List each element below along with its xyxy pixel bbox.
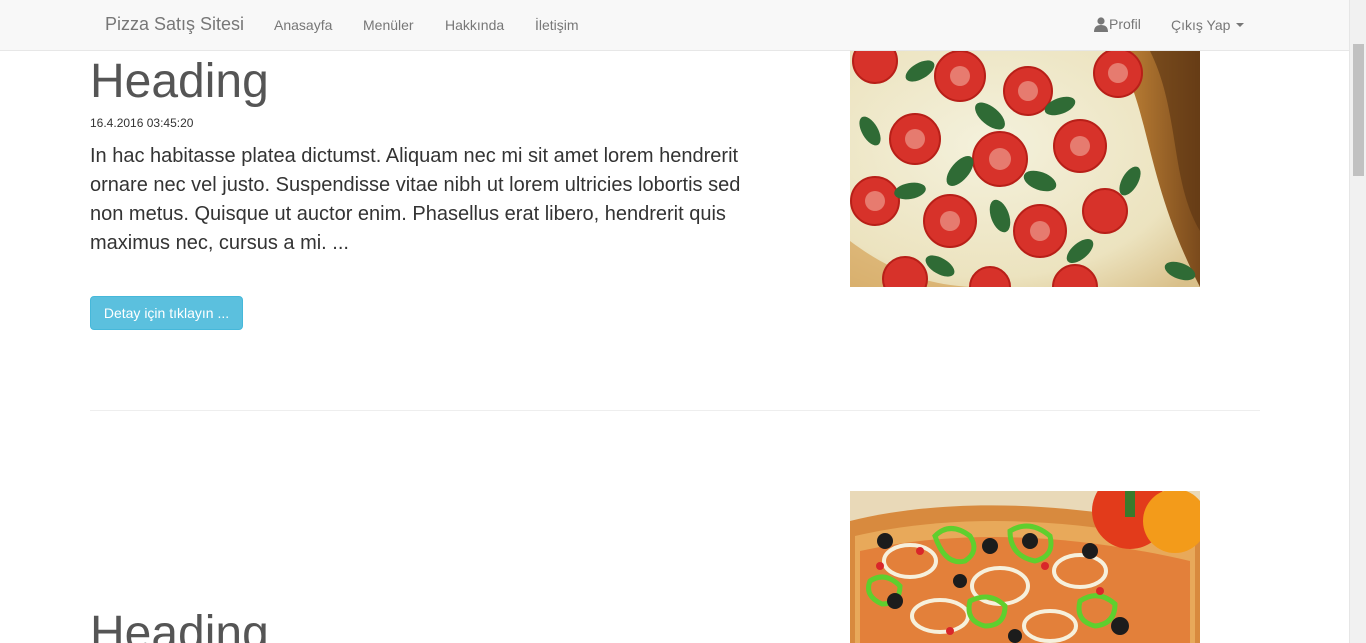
detail-button[interactable]: Detay için tıklayın ...: [90, 296, 243, 330]
caret-down-icon: [1236, 23, 1245, 27]
nav-link-home[interactable]: Anasayfa: [274, 17, 332, 33]
article-date: 16.4.2016 03:45:20: [90, 116, 194, 130]
pizza-image: [850, 491, 1200, 643]
profile-label: Profil: [1109, 16, 1141, 32]
profile-link[interactable]: Profil: [1094, 16, 1141, 32]
scrollbar[interactable]: [1349, 0, 1366, 643]
pizza-image: [850, 51, 1200, 287]
article-text: In hac habitasse platea dictumst. Aliqua…: [90, 145, 741, 254]
nav-link-about[interactable]: Hakkında: [445, 17, 504, 33]
logout-label: Çıkış Yap: [1171, 17, 1231, 33]
nav-link-menus[interactable]: Menüler: [363, 17, 414, 33]
brand-link[interactable]: Pizza Satış Sitesi: [105, 14, 244, 35]
user-icon: [1094, 16, 1108, 32]
article-heading: Heading: [90, 55, 269, 108]
logout-dropdown[interactable]: Çıkış Yap: [1171, 17, 1245, 33]
divider: [90, 410, 1260, 411]
scrollbar-thumb[interactable]: [1353, 44, 1364, 176]
navbar: Pizza Satış Sitesi Anasayfa Menüler Hakk…: [0, 0, 1349, 51]
article-heading: Heading: [90, 607, 269, 643]
nav-link-contact[interactable]: İletişim: [535, 17, 579, 33]
